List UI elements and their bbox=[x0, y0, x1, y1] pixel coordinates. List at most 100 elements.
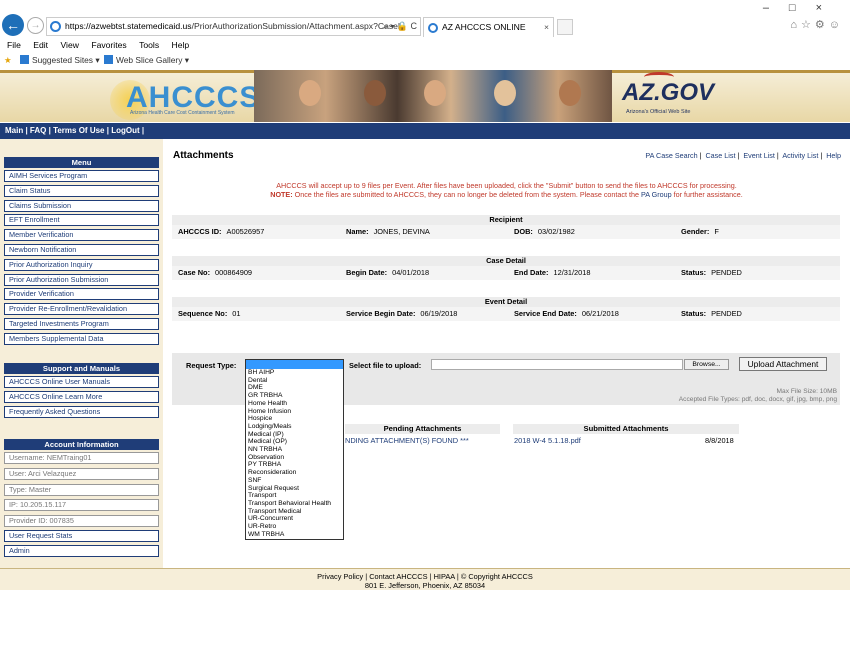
sidebar-item-pa-submission[interactable]: Prior Authorization Submission bbox=[4, 274, 159, 286]
recipient-dob-label: DOB: bbox=[514, 227, 533, 236]
dropdown-option[interactable]: Hospice bbox=[246, 415, 343, 423]
url-path: /PriorAuthorizationSubmission/Attachment… bbox=[191, 21, 400, 31]
photo-face bbox=[299, 80, 321, 106]
dropdown-option[interactable]: Transport bbox=[246, 492, 343, 500]
help-link[interactable]: Help bbox=[826, 151, 841, 160]
event-status-value: PENDED bbox=[711, 309, 742, 318]
event-seq-label: Sequence No: bbox=[178, 309, 228, 318]
close-tab-icon[interactable]: × bbox=[544, 18, 549, 37]
back-button[interactable]: ← bbox=[2, 14, 24, 36]
dropdown-option[interactable]: PY TRBHA bbox=[246, 461, 343, 469]
nav-main[interactable]: Main bbox=[5, 126, 23, 135]
upload-attachment-button[interactable]: Upload Attachment bbox=[739, 357, 827, 371]
dropdown-option[interactable]: Home Health bbox=[246, 400, 343, 408]
ie-page-icon bbox=[50, 21, 61, 32]
menu-favorites[interactable]: Favorites bbox=[91, 38, 126, 52]
nav-logout[interactable]: LogOut bbox=[111, 126, 139, 135]
forward-button[interactable]: → bbox=[27, 17, 44, 34]
pa-group-link[interactable]: PA Group bbox=[641, 190, 672, 199]
suggested-sites-link[interactable]: Suggested Sites ▾ bbox=[20, 52, 100, 69]
case-status-value: PENDED bbox=[711, 268, 742, 277]
notice-line-2: NOTE: Once the files are submitted to AH… bbox=[163, 190, 850, 199]
dropdown-option[interactable]: Medical (IP) bbox=[246, 431, 343, 439]
new-tab-button[interactable] bbox=[557, 19, 573, 35]
dropdown-option[interactable]: UR-Retro bbox=[246, 523, 343, 531]
select-file-label: Select file to upload: bbox=[349, 361, 422, 370]
menu-edit[interactable]: Edit bbox=[33, 38, 48, 52]
sidebar-item-targeted-investments[interactable]: Targeted Investments Program bbox=[4, 318, 159, 330]
sidebar-item-provider-verification[interactable]: Provider Verification bbox=[4, 288, 159, 300]
menu-view[interactable]: View bbox=[60, 38, 78, 52]
dropdown-option[interactable]: Surgical Request bbox=[246, 485, 343, 493]
request-type-label: Request Type: bbox=[186, 361, 237, 370]
browse-button[interactable]: Browse... bbox=[684, 359, 729, 370]
address-bar[interactable]: https://azwebtst.statemedicaid.us/PriorA… bbox=[46, 17, 421, 36]
home-favorites-settings-icons[interactable]: ⌂☆⚙☺ bbox=[790, 18, 844, 31]
address-tools-icon[interactable]: ⌕ ▾ 🔒 C bbox=[383, 18, 417, 35]
photo-face bbox=[424, 80, 446, 106]
file-path-input[interactable] bbox=[431, 359, 683, 370]
sidebar-item-newborn-notification[interactable]: Newborn Notification bbox=[4, 244, 159, 256]
dropdown-option[interactable]: Transport Medical bbox=[246, 508, 343, 516]
sidebar-item-eft-enrollment[interactable]: EFT Enrollment bbox=[4, 214, 159, 226]
sidebar-item-aimh[interactable]: AIMH Services Program bbox=[4, 170, 159, 182]
activity-list-link[interactable]: Activity List bbox=[782, 151, 818, 160]
dropdown-option[interactable]: WM TRBHA bbox=[246, 531, 343, 539]
support-user-manuals[interactable]: AHCCCS Online User Manuals bbox=[4, 376, 159, 388]
dropdown-option[interactable]: SNF bbox=[246, 477, 343, 485]
support-learn-more[interactable]: AHCCCS Online Learn More bbox=[4, 391, 159, 403]
submitted-file-link[interactable]: 2018 W-4 5.1.18.pdf bbox=[514, 436, 581, 445]
hipaa-link[interactable]: HIPAA bbox=[434, 572, 455, 581]
notice-line-1: AHCCCS will accept up to 9 files per Eve… bbox=[276, 181, 737, 190]
sidebar-item-claim-status[interactable]: Claim Status bbox=[4, 185, 159, 197]
dropdown-option[interactable]: Observation bbox=[246, 454, 343, 462]
nav-terms[interactable]: Terms Of Use bbox=[53, 126, 104, 135]
dropdown-option-blank-selected[interactable] bbox=[246, 360, 343, 369]
window-controls[interactable]: –□× bbox=[763, 2, 842, 14]
account-header: Account Information bbox=[4, 439, 159, 450]
support-faq[interactable]: Frequently Asked Questions bbox=[4, 406, 159, 418]
menu-tools[interactable]: Tools bbox=[139, 38, 159, 52]
dropdown-option[interactable]: Reconsideration bbox=[246, 469, 343, 477]
nav-faq[interactable]: FAQ bbox=[30, 126, 46, 135]
recipient-gender-field: Gender: F bbox=[681, 225, 719, 239]
pa-case-search-link[interactable]: PA Case Search bbox=[645, 151, 697, 160]
sidebar-item-members-supplemental[interactable]: Members Supplemental Data bbox=[4, 333, 159, 345]
web-slice-gallery-link[interactable]: Web Slice Gallery ▾ bbox=[104, 52, 189, 69]
sidebar-item-claims-submission[interactable]: Claims Submission bbox=[4, 200, 159, 212]
case-list-link[interactable]: Case List bbox=[705, 151, 735, 160]
dropdown-option[interactable]: GR TRBHA bbox=[246, 392, 343, 400]
top-nav: Main | FAQ | Terms Of Use | LogOut | bbox=[0, 123, 850, 139]
admin-link[interactable]: Admin bbox=[4, 545, 159, 557]
event-seq-field: Sequence No: 01 bbox=[178, 307, 241, 321]
case-no-value: 000864909 bbox=[215, 268, 253, 277]
privacy-policy-link[interactable]: Privacy Policy bbox=[317, 572, 363, 581]
submitted-file-date: 8/8/2018 bbox=[705, 436, 734, 445]
dropdown-option[interactable]: BH AIHP bbox=[246, 369, 343, 377]
sidebar-item-provider-reenrollment[interactable]: Provider Re-Enrollment/Revalidation bbox=[4, 303, 159, 315]
menu-help[interactable]: Help bbox=[172, 38, 190, 52]
browser-titlebar: ← → https://azwebtst.statemedicaid.us/Pr… bbox=[0, 0, 850, 38]
request-type-dropdown-list[interactable]: BH AIHP Dental DME GR TRBHA Home Health … bbox=[245, 359, 344, 540]
contact-link[interactable]: Contact AHCCCS bbox=[369, 572, 427, 581]
dropdown-option[interactable]: Medical (OP) bbox=[246, 438, 343, 446]
dropdown-option[interactable]: NN TRBHA bbox=[246, 446, 343, 454]
case-detail-row: Case No: 000864909 Begin Date: 04/01/2018 … bbox=[172, 266, 840, 280]
dropdown-option[interactable]: Lodging/Meals bbox=[246, 423, 343, 431]
sidebar-item-pa-inquiry[interactable]: Prior Authorization Inquiry bbox=[4, 259, 159, 271]
browser-tab[interactable]: AZ AHCCCS ONLINE × bbox=[423, 17, 554, 37]
event-list-link[interactable]: Event List bbox=[743, 151, 775, 160]
dropdown-option[interactable]: Home Infusion bbox=[246, 408, 343, 416]
sidebar-item-member-verification[interactable]: Member Verification bbox=[4, 229, 159, 241]
dropdown-option[interactable]: Transport Behavioral Health bbox=[246, 500, 343, 508]
menu-file[interactable]: File bbox=[7, 38, 21, 52]
event-seq-value: 01 bbox=[232, 309, 241, 318]
account-user: User: Arci Velazquez bbox=[4, 468, 159, 480]
dropdown-option[interactable]: Dental bbox=[246, 377, 343, 385]
favorites-star-icon[interactable]: ★ bbox=[4, 52, 12, 69]
event-status-field: Status: PENDED bbox=[681, 307, 742, 321]
azgov-logo[interactable]: AZ.GOV bbox=[622, 79, 714, 107]
dropdown-option[interactable]: UR-Concurrent bbox=[246, 515, 343, 523]
dropdown-option[interactable]: DME bbox=[246, 384, 343, 392]
user-request-stats-link[interactable]: User Request Stats bbox=[4, 530, 159, 542]
